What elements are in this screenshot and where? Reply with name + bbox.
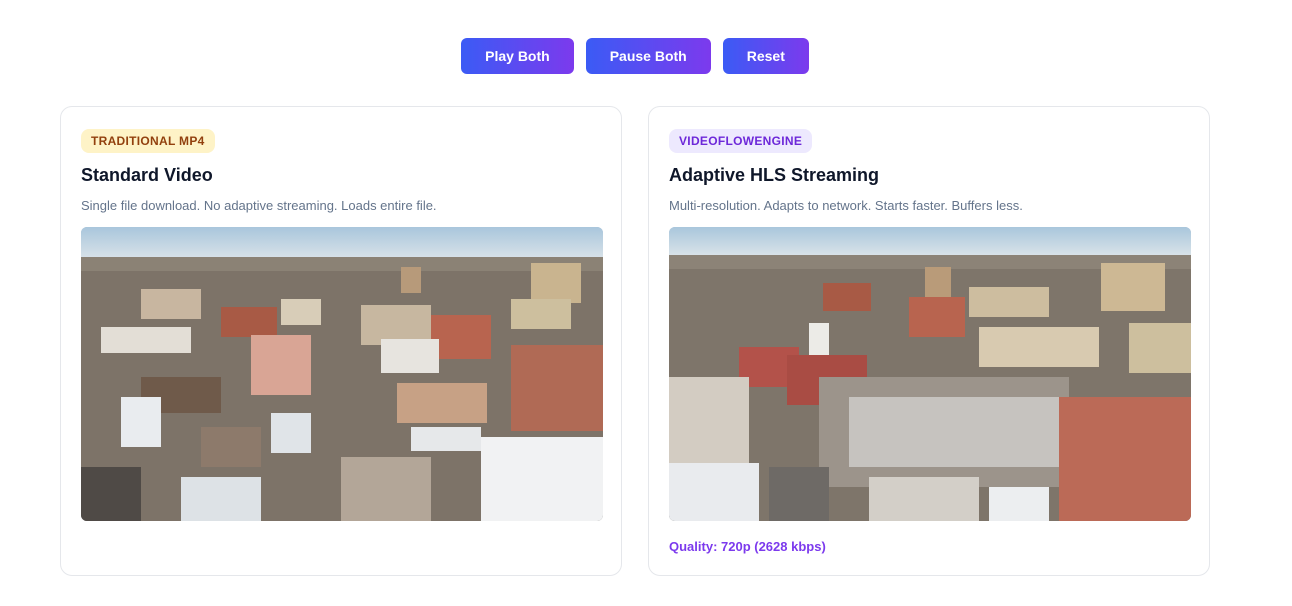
playback-controls: Play Both Pause Both Reset xyxy=(0,38,1270,74)
adaptive-video-title: Adaptive HLS Streaming xyxy=(669,165,880,185)
city-aerial-thumbnail xyxy=(669,227,1191,521)
videoflowengine-badge: VIDEOFLOWENGINE xyxy=(669,129,813,153)
standard-video-player[interactable] xyxy=(81,227,603,521)
standard-video-description: Single file download. No adaptive stream… xyxy=(81,198,437,213)
reset-button[interactable]: Reset xyxy=(722,38,809,74)
adaptive-video-description: Multi-resolution. Adapts to network. Sta… xyxy=(669,198,1023,213)
adaptive-video-card: VIDEOFLOWENGINE Adaptive HLS Streaming M… xyxy=(648,106,1210,576)
play-both-button[interactable]: Play Both xyxy=(461,38,574,74)
standard-video-card: TRADITIONAL MP4 Standard Video Single fi… xyxy=(60,106,622,576)
adaptive-video-player[interactable] xyxy=(669,227,1191,521)
standard-video-title: Standard Video xyxy=(81,165,213,185)
page: Play Both Pause Both Reset TRADITIONAL M… xyxy=(0,0,1292,606)
traditional-mp4-badge: TRADITIONAL MP4 xyxy=(81,129,215,153)
pause-both-button[interactable]: Pause Both xyxy=(585,38,711,74)
city-aerial-thumbnail xyxy=(81,227,603,521)
stream-quality-indicator: Quality: 720p (2628 kbps) xyxy=(669,539,826,554)
